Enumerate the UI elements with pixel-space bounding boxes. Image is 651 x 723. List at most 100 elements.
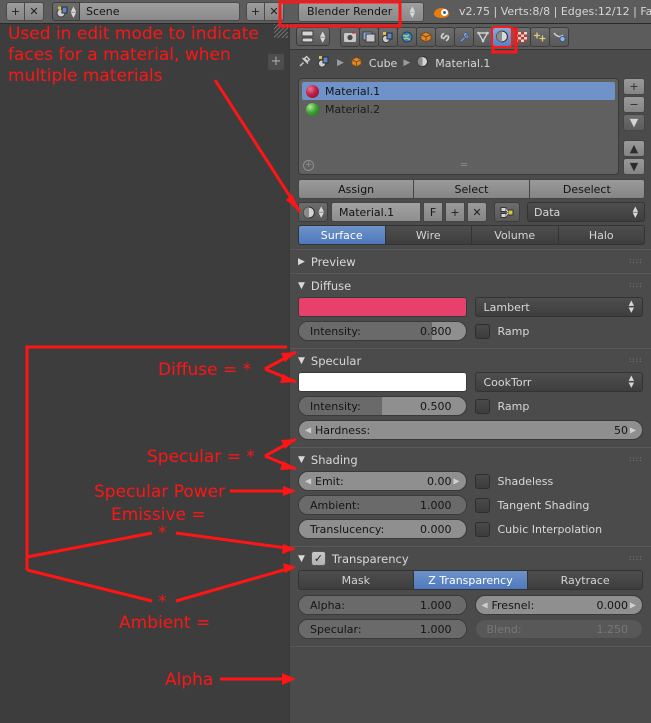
unlink-material-button[interactable]: ✕ [467,202,487,222]
material-link-dropdown[interactable]: Data ▲ ▼ [527,202,645,222]
arrow-right-icon[interactable]: ▶ [630,601,636,610]
remove-material-slot-button[interactable]: − [623,96,645,113]
transparency-specular-slider[interactable]: Specular: 1.000 [298,619,467,639]
specular-intensity-slider[interactable]: Intensity: 0.500 [298,396,467,416]
data-tab[interactable] [473,26,493,47]
browse-material-button[interactable]: ▲ ▼ [298,202,328,222]
diffuse-ramp-checkbox[interactable] [474,323,490,339]
editor-type-spin-icon[interactable]: ▲ ▼ [320,30,325,43]
select-button[interactable]: Select [413,179,530,199]
browse-spin-icon[interactable]: ▲ ▼ [318,206,323,219]
tab-wire[interactable]: Wire [384,225,472,245]
material-link-label: Data [534,205,561,219]
fresnel-slider[interactable]: ◀ Fresnel: 0.000 ▶ [474,595,643,615]
remove-scene-button[interactable]: ✕ [265,2,284,21]
move-slot-down-button[interactable]: ▼ [623,158,645,175]
area-resize-grip[interactable] [274,24,288,38]
specular-shader-label: CookTorr [483,375,532,389]
material-slot-list[interactable]: Material.1 Material.2 + ═ [298,78,619,175]
toolshelf-toggle-icon[interactable]: + [268,54,284,70]
panel-drag-dots-icon[interactable]: :::: [629,258,643,265]
transparency-mode-ztransparency[interactable]: Z Transparency [412,570,529,590]
fake-user-button[interactable]: F [423,202,443,222]
cubic-interpolation-row[interactable]: Cubic Interpolation [474,519,644,539]
object-tab[interactable] [416,26,436,47]
translucency-slider[interactable]: Translucency: 0.000 [298,519,467,539]
diffuse-color-swatch[interactable] [298,297,467,317]
physics-tab[interactable] [549,26,569,47]
tangent-shading-row[interactable]: Tangent Shading [474,495,644,515]
panel-drag-dots-icon[interactable]: :::: [629,456,643,463]
specular-shader-dropdown[interactable]: CookTorr ▲ ▼ [474,372,643,392]
constraints-tab[interactable] [435,26,455,47]
specular-color-swatch[interactable] [298,372,467,392]
scene-selector[interactable]: ▲ ▼ Scene [52,2,240,21]
assign-button[interactable]: Assign [298,179,415,199]
breadcrumb-object-label[interactable]: Cube [369,57,397,70]
top-header-bar: + ✕ ▲ ▼ Scene + ✕ Blender Render ▲ ▼ v2.… [0,0,651,24]
diffuse-intensity-slider[interactable]: Intensity: 0.800 [298,321,467,341]
breadcrumb-scene-icon[interactable] [317,55,331,71]
panel-drag-dots-icon[interactable]: :::: [629,555,643,562]
material-specials-menu-button[interactable]: ▼ [623,114,645,131]
deselect-button[interactable]: Deselect [528,179,645,199]
render-engine-dropdown[interactable]: Blender Render ▲ ▼ [298,1,424,22]
texture-tab[interactable] [511,26,531,47]
alpha-slider[interactable]: Alpha: 1.000 [298,595,467,615]
panel-specular-header[interactable]: ▼ Specular :::: [290,349,651,372]
material-slot-row-0[interactable]: Material.1 [302,82,615,100]
emit-slider[interactable]: ◀ Emit: 0.00 ▶ [298,471,467,491]
tangent-shading-checkbox[interactable] [474,497,490,513]
cubic-interpolation-checkbox[interactable] [474,521,490,537]
panel-drag-dots-icon[interactable]: :::: [629,282,643,289]
properties-tabs[interactable] [340,25,569,48]
transparency-enable-checkbox[interactable]: ✓ [310,551,326,566]
move-slot-up-button[interactable]: ▲ [623,140,645,157]
tab-volume[interactable]: Volume [471,225,559,245]
list-resize-grip[interactable]: ═ [461,160,467,170]
editor-type-selector[interactable]: ▲ ▼ [296,27,330,46]
tab-halo[interactable]: Halo [557,225,645,245]
panel-transparency-header[interactable]: ▼ ✓ Transparency :::: [290,547,651,570]
specular-ramp-checkbox[interactable] [474,398,490,414]
modifiers-tab[interactable] [454,26,474,47]
world-tab[interactable] [397,26,417,47]
scene-name-field[interactable]: Scene [80,2,240,21]
viewport-area[interactable]: + [0,24,288,723]
specular-hardness-slider[interactable]: ◀ Hardness: 50 ▶ [298,420,643,440]
new-material-button[interactable]: + [445,202,465,222]
panel-shading-header[interactable]: ▼ Shading :::: [290,448,651,471]
specular-ramp-row[interactable]: Ramp [474,396,644,416]
add-material-slot-button[interactable]: + [623,78,645,95]
ambient-slider[interactable]: Ambient: 1.000 [298,495,467,515]
new-scene-button[interactable]: + [246,2,265,21]
tab-surface[interactable]: Surface [298,225,386,245]
diffuse-ramp-row[interactable]: Ramp [474,321,644,341]
material-slot-row-1[interactable]: Material.2 [302,100,615,118]
render-tab[interactable] [340,26,360,47]
transparency-mode-mask[interactable]: Mask [298,570,414,590]
screen-layout-controls[interactable]: + ✕ [6,2,44,21]
scene-tab[interactable] [378,26,398,47]
expand-filter-icon[interactable]: + [303,159,314,171]
particles-tab[interactable] [530,26,550,47]
diffuse-shader-dropdown[interactable]: Lambert ▲ ▼ [474,297,643,317]
scene-spin-icon[interactable]: ▲ ▼ [71,5,76,18]
material-tab[interactable] [491,25,513,48]
render-layers-tab[interactable] [359,26,379,47]
arrow-right-icon[interactable]: ▶ [630,426,636,435]
panel-diffuse-header[interactable]: ▼ Diffuse :::: [290,274,651,297]
delete-screen-button[interactable]: ✕ [25,2,44,21]
transparency-mode-raytrace[interactable]: Raytrace [527,570,644,590]
arrow-right-icon[interactable]: ▶ [453,477,459,486]
panel-preview-header[interactable]: ▶ Preview :::: [290,250,651,273]
breadcrumb-material-label[interactable]: Material.1 [435,57,490,70]
panel-drag-dots-icon[interactable]: :::: [629,357,643,364]
add-screen-button[interactable]: + [6,2,25,21]
pin-icon[interactable] [298,55,311,71]
shadeless-row[interactable]: Shadeless [474,471,644,491]
use-nodes-button[interactable] [494,202,520,222]
material-name-field[interactable]: Material.1 [331,202,421,222]
scene-add-remove[interactable]: + ✕ [246,2,284,21]
shadeless-checkbox[interactable] [474,473,490,489]
